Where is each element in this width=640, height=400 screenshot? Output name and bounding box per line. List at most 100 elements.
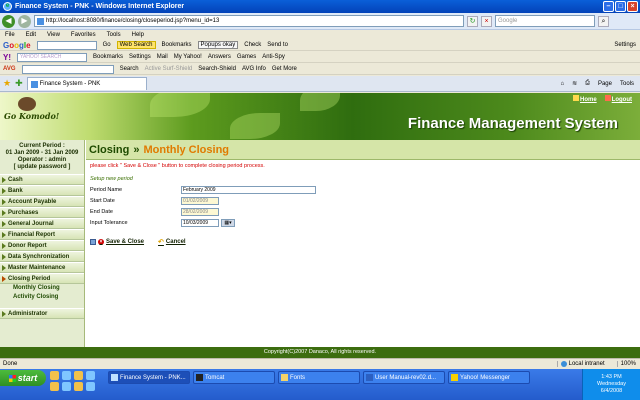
menu-view[interactable]: View — [47, 32, 60, 38]
page-menu[interactable]: Page — [598, 81, 612, 87]
google-search-input[interactable] — [36, 40, 97, 50]
task-yahoo-messenger[interactable]: Yahoo! Messenger — [448, 371, 530, 384]
window-title-bar: e Finance System - PNK - Windows Interne… — [0, 0, 640, 13]
menu-help[interactable]: Help — [132, 32, 144, 38]
sidebar-item-general-journal[interactable]: General Journal — [0, 218, 84, 229]
sidebar-item-label: Financial Report — [8, 231, 56, 238]
yahoo-answers[interactable]: Answers — [208, 54, 231, 60]
arrow-right-icon — [2, 231, 6, 238]
yahoo-bookmarks[interactable]: Bookmarks — [93, 54, 123, 60]
sidebar-item-financial-report[interactable]: Financial Report — [0, 229, 84, 240]
menu-file[interactable]: File — [5, 32, 15, 38]
clock-date: 6/4/2008 — [600, 388, 623, 394]
web-search-button[interactable]: Web Search — [116, 41, 156, 49]
clock-time[interactable]: 1:43 PM — [601, 374, 621, 381]
task-user-manual[interactable]: User Manual-rev02.d... — [363, 371, 445, 384]
sidebar-item-donor-report[interactable]: Donor Report — [0, 240, 84, 251]
quick-launch-icon[interactable] — [86, 382, 95, 391]
sidebar-item-label: Bank — [8, 187, 23, 194]
send-to-button[interactable]: Send to — [267, 42, 288, 48]
zoom-level[interactable]: 100% — [616, 361, 636, 367]
leaf-decoration — [150, 93, 210, 117]
refresh-icon[interactable]: ↻ — [467, 15, 478, 27]
sidebar-subitem-activity-closing[interactable]: Activity Closing — [0, 293, 84, 302]
sidebar-item-label: General Journal — [8, 220, 54, 227]
status-right: Local intranet 100% — [556, 361, 640, 367]
task-fonts[interactable]: Fonts — [278, 371, 360, 384]
search-icon[interactable]: ⌕ — [598, 15, 609, 27]
start-button[interactable]: start — [0, 370, 46, 386]
yahoo-mail[interactable]: Mail — [157, 54, 168, 60]
search-shield-button[interactable]: Search-Shield — [198, 66, 236, 72]
sidebar-item-purchases[interactable]: Purchases — [0, 207, 84, 218]
sidebar-subitem-monthly-closing[interactable]: Monthly Closing — [0, 284, 84, 293]
quick-launch-icon[interactable] — [50, 371, 59, 380]
sidebar-item-closing-period[interactable]: Closing Period — [0, 273, 84, 284]
update-password-link[interactable]: [ update password ] — [0, 164, 84, 171]
quick-launch-icon[interactable] — [50, 382, 59, 391]
logout-link-label: Logout — [611, 97, 632, 103]
surf-shield-button[interactable]: Active Surf-Shield — [145, 66, 193, 72]
sidebar-item-cash[interactable]: Cash — [0, 174, 84, 185]
sidebar-item-account-payable[interactable]: Account Payable — [0, 196, 84, 207]
minimize-icon[interactable]: – — [603, 1, 614, 12]
cancel-button[interactable]: ↶ Cancel — [158, 238, 186, 246]
quick-launch-icon[interactable] — [74, 371, 83, 380]
task-finance-system[interactable]: Finance System - PNK... — [108, 371, 190, 384]
period-name-input[interactable]: February 2009 — [181, 185, 316, 194]
get-more-button[interactable]: Get More — [272, 66, 297, 72]
maximize-icon[interactable]: □ — [615, 1, 626, 12]
tools-menu[interactable]: Tools — [620, 81, 634, 87]
forward-button[interactable]: ▶ — [18, 14, 31, 28]
google-settings-button[interactable]: Settings — [614, 42, 636, 48]
yahoo-anti-spy[interactable]: Anti-Spy — [262, 54, 285, 60]
quick-launch-icon[interactable] — [62, 382, 71, 391]
search-box[interactable]: Google — [495, 15, 595, 27]
status-text: Done — [3, 361, 18, 367]
home-icon[interactable]: ⌂ — [561, 81, 565, 87]
avg-info-button[interactable]: AVG Info — [242, 66, 266, 72]
quick-launch-icon[interactable] — [62, 371, 71, 380]
stop-icon[interactable]: × — [481, 15, 492, 27]
task-tomcat[interactable]: Tomcat — [193, 371, 275, 384]
calendar-icon[interactable]: ▦▾ — [221, 218, 235, 227]
yahoo-search-input[interactable]: YAHOO! SEARCH — [17, 52, 87, 62]
avg-search-input[interactable] — [21, 64, 114, 74]
sidebar-item-master-maintenance[interactable]: Master Maintenance — [0, 262, 84, 273]
page-footer: Copyright(C)2007 Danaco, All rights rese… — [0, 347, 640, 358]
yahoo-games[interactable]: Games — [237, 54, 256, 60]
tab-page-icon — [30, 80, 38, 88]
avg-search-button[interactable]: Search — [120, 66, 139, 72]
menu-tools[interactable]: Tools — [107, 32, 121, 38]
feeds-icon[interactable]: ≋ — [572, 80, 577, 87]
my-yahoo[interactable]: My Yahoo! — [174, 54, 202, 60]
save-close-button[interactable]: × Save & Close — [90, 239, 144, 245]
check-button[interactable]: Check — [244, 42, 261, 48]
logout-link[interactable]: Logout — [604, 95, 632, 103]
quick-launch-icon[interactable] — [74, 382, 83, 391]
quick-launch-icon[interactable] — [86, 371, 95, 380]
menu-edit[interactable]: Edit — [26, 32, 36, 38]
messenger-icon — [451, 374, 458, 381]
tab-row: ★ ✚ Finance System - PNK ⌂ ≋ ⎙ Page Tool… — [0, 76, 640, 92]
yahoo-settings[interactable]: Settings — [129, 54, 151, 60]
sidebar: Current Period : 01 Jan 2009 - 31 Jan 20… — [0, 140, 85, 347]
popups-button[interactable]: Popups okay — [197, 41, 239, 49]
start-date-input: 01/02/2009 — [181, 196, 219, 205]
favorites-star-icon[interactable]: ★ — [3, 78, 11, 89]
sidebar-item-administrator[interactable]: Administrator — [0, 308, 84, 319]
google-go-button[interactable]: Go — [103, 42, 111, 48]
bookmarks-button[interactable]: Bookmarks — [162, 42, 192, 48]
back-button[interactable]: ◀ — [2, 14, 15, 28]
add-favorites-icon[interactable]: ✚ — [15, 78, 23, 89]
sidebar-item-data-synchronization[interactable]: Data Synchronization — [0, 251, 84, 262]
print-icon[interactable]: ⎙ — [585, 80, 590, 87]
close-icon[interactable]: × — [627, 1, 638, 12]
sidebar-item-bank[interactable]: Bank — [0, 185, 84, 196]
home-link[interactable]: Home — [573, 95, 597, 103]
input-tolerance-input[interactable]: 10/03/2009 — [181, 218, 219, 227]
breadcrumb-parent[interactable]: Closing — [89, 144, 129, 156]
tab-finance-system[interactable]: Finance System - PNK — [26, 77, 147, 90]
menu-favorites[interactable]: Favorites — [71, 32, 96, 38]
address-bar[interactable]: http://localhost:8080/finance/closing/cl… — [34, 15, 464, 27]
